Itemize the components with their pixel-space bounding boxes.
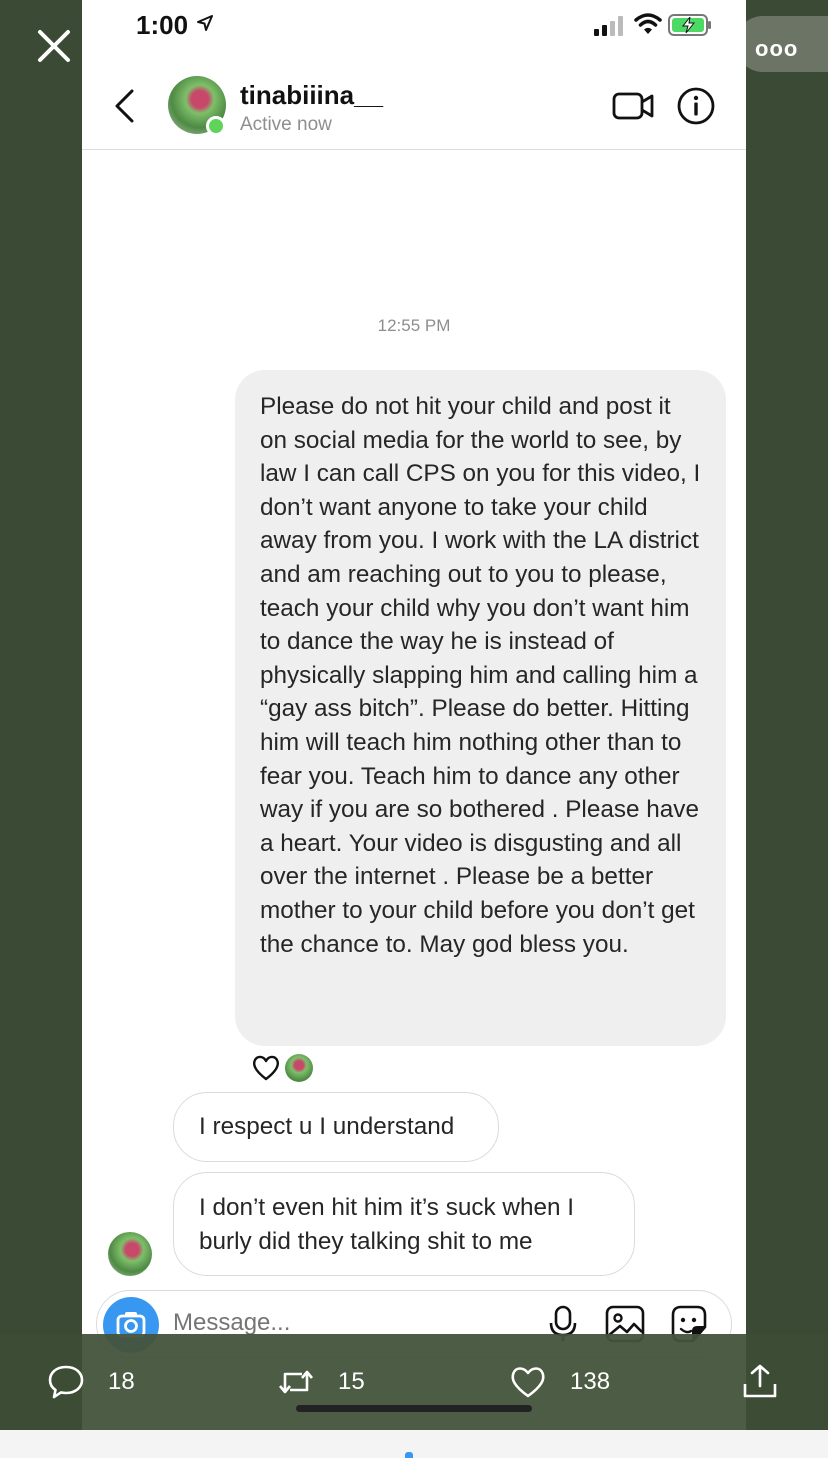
- back-chevron-icon[interactable]: [112, 88, 136, 124]
- video-call-icon[interactable]: [612, 90, 654, 122]
- presence-status: Active now: [240, 114, 332, 135]
- online-indicator: [206, 116, 226, 136]
- message-input[interactable]: [173, 1309, 533, 1337]
- reply-count: 18: [108, 1368, 135, 1395]
- location-arrow-icon: [197, 15, 213, 31]
- incoming-message-bubble[interactable]: I respect u I understand: [173, 1092, 499, 1162]
- share-icon: [743, 1364, 777, 1398]
- home-indicator: [296, 1405, 532, 1412]
- status-time: 1:00: [136, 10, 189, 40]
- like-count: 138: [570, 1368, 611, 1395]
- comment-icon: [48, 1365, 84, 1399]
- bottom-strip: [0, 1430, 828, 1458]
- more-button[interactable]: ooo: [735, 16, 828, 72]
- instagram-dm-screenshot: 1:00 tinabiiina__ Active now 12:55 PM Pl…: [82, 0, 746, 1430]
- reaction-avatar: [285, 1054, 313, 1082]
- like-icon: [511, 1367, 545, 1398]
- wifi-icon: [634, 13, 662, 34]
- info-icon[interactable]: [676, 86, 716, 126]
- close-icon[interactable]: [30, 22, 78, 70]
- signal-icon: [594, 16, 623, 36]
- retweet-icon: [279, 1370, 313, 1394]
- more-icon: ooo: [755, 36, 799, 61]
- action-bar-overlay: [82, 1334, 746, 1430]
- chat-header: tinabiiina__ Active now: [82, 60, 746, 150]
- incoming-message-bubble[interactable]: I don’t even hit him it’s suck when I bu…: [173, 1172, 635, 1276]
- share-button[interactable]: [740, 1358, 780, 1406]
- sender-avatar[interactable]: [108, 1232, 152, 1276]
- chat-username[interactable]: tinabiiina__: [240, 80, 383, 111]
- outgoing-message-bubble[interactable]: Please do not hit your child and post it…: [235, 370, 726, 1046]
- scroll-indicator: [405, 1452, 413, 1458]
- ios-status-bar: 1:00: [82, 0, 746, 50]
- message-timestamp: 12:55 PM: [377, 316, 451, 335]
- reply-button[interactable]: 18: [46, 1358, 135, 1406]
- retweet-count: 15: [338, 1368, 365, 1395]
- heart-icon[interactable]: [251, 1054, 281, 1082]
- battery-charging-icon: [668, 14, 711, 36]
- retweet-button[interactable]: 15: [276, 1358, 365, 1406]
- like-button[interactable]: 138: [508, 1358, 610, 1406]
